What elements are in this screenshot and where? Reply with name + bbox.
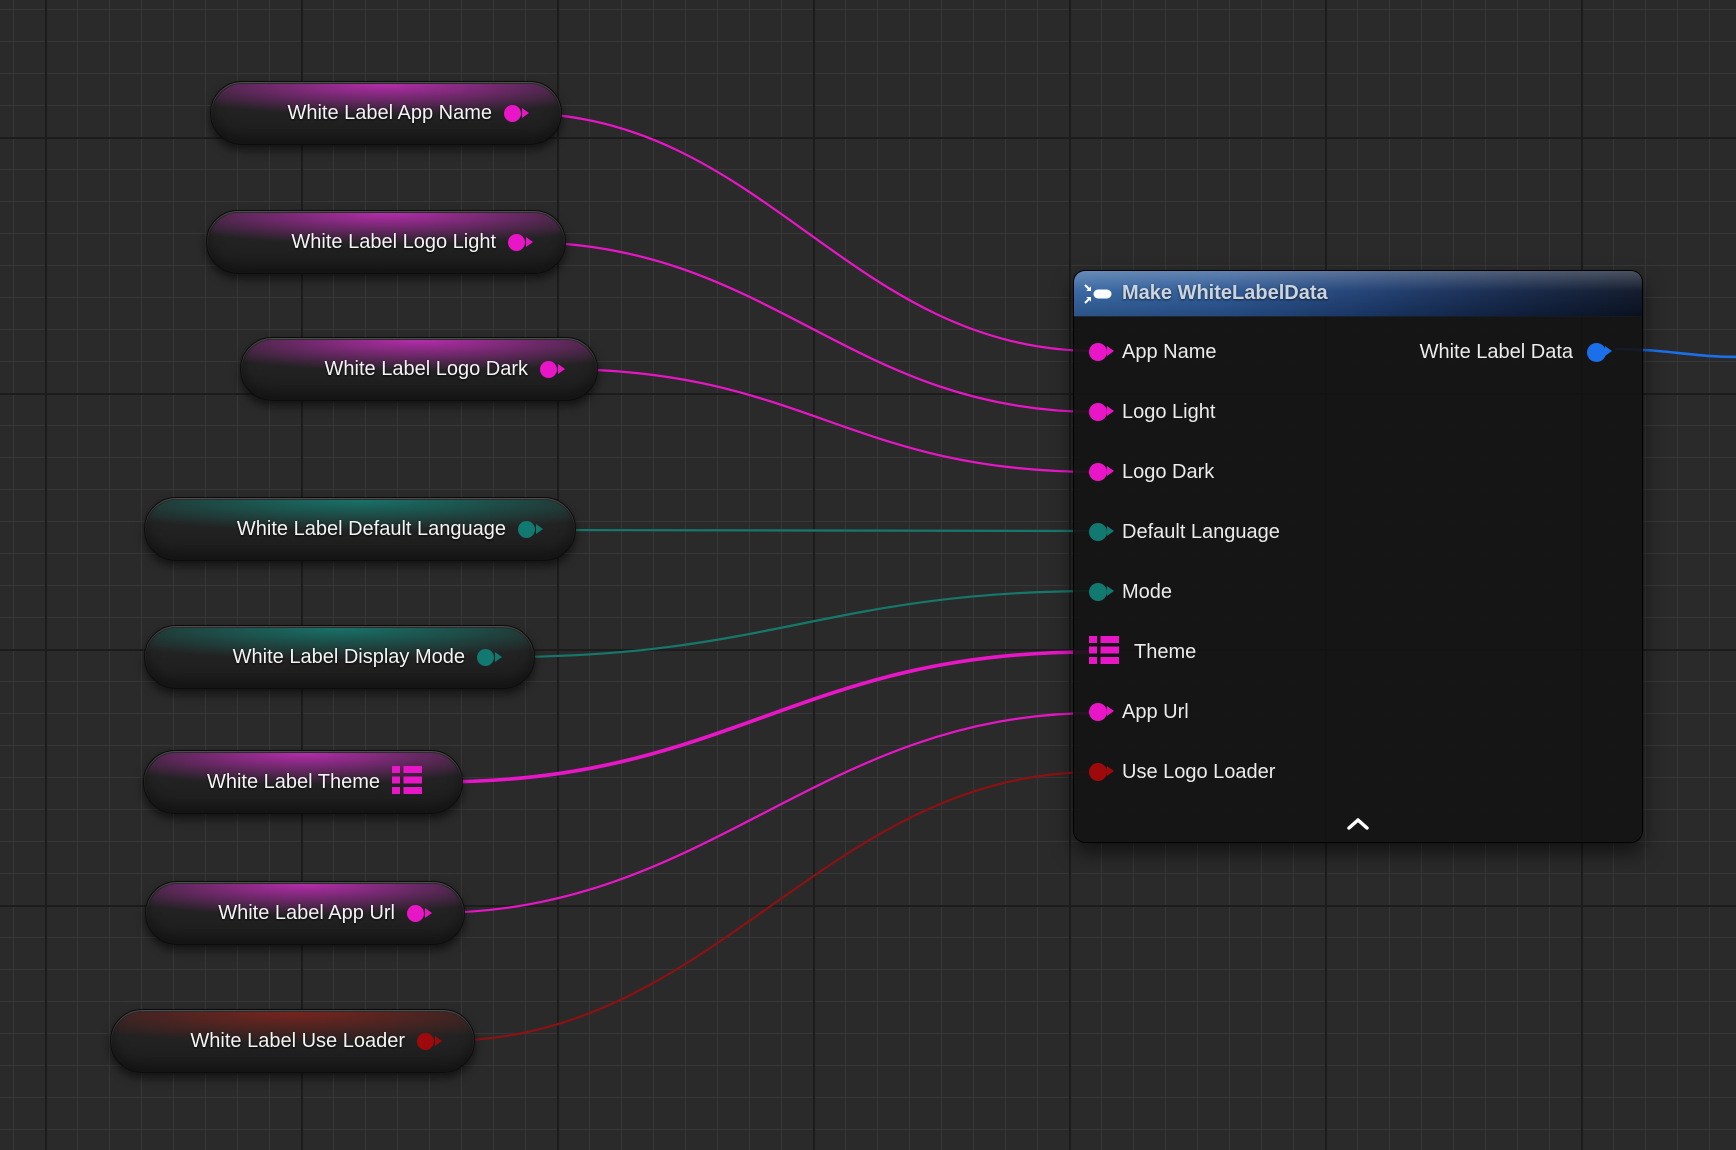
node-get-white-label-theme[interactable]: White Label Theme xyxy=(143,750,463,814)
pin-row-theme: Theme xyxy=(1074,622,1642,682)
wire-theme[interactable] xyxy=(437,652,1090,782)
pin-label: Logo Dark xyxy=(1122,461,1214,484)
pin-row-white-label-data: White Label Data xyxy=(1420,322,1642,382)
node-get-white-label-use-loader[interactable]: White Label Use Loader xyxy=(110,1009,475,1073)
pin-label: Mode xyxy=(1122,581,1172,604)
wire-app-url[interactable] xyxy=(431,713,1097,913)
pin-label: Theme xyxy=(1134,641,1196,664)
wire-logo-dark[interactable] xyxy=(556,369,1097,472)
pin-row-use-logo-loader: Use Logo Loader xyxy=(1074,742,1642,802)
pin-row-default-language: Default Language xyxy=(1074,502,1642,562)
wire-logo-light[interactable] xyxy=(521,242,1097,412)
node-get-white-label-default-language[interactable]: White Label Default Language xyxy=(144,497,576,561)
string-input-pin[interactable] xyxy=(1089,463,1107,481)
pin-row-logo-dark: Logo Dark xyxy=(1074,442,1642,502)
wire-app-name[interactable] xyxy=(516,113,1097,351)
node-get-white-label-logo-light[interactable]: White Label Logo Light xyxy=(206,210,566,274)
struct-output-pin[interactable] xyxy=(392,766,422,799)
node-get-white-label-app-url[interactable]: White Label App Url xyxy=(145,881,465,945)
collapse-node-button[interactable] xyxy=(1338,812,1378,836)
struct-input-pin[interactable] xyxy=(1089,636,1119,669)
enum-input-pin[interactable] xyxy=(1089,523,1107,541)
make-struct-icon xyxy=(1084,284,1112,304)
make-node-title: Make WhiteLabelData xyxy=(1122,282,1328,305)
pin-label: White Label Data xyxy=(1420,341,1573,364)
wire-use-loader[interactable] xyxy=(443,772,1097,1041)
node-get-white-label-app-name[interactable]: White Label App Name xyxy=(210,81,562,145)
string-output-pin[interactable] xyxy=(540,361,557,378)
enum-output-pin[interactable] xyxy=(477,649,494,666)
node-label: White Label Logo Light xyxy=(291,231,496,254)
make-node-header[interactable]: Make WhiteLabelData xyxy=(1074,271,1642,317)
bool-output-pin[interactable] xyxy=(417,1033,434,1050)
node-get-white-label-logo-dark[interactable]: White Label Logo Dark xyxy=(240,337,598,401)
node-label: White Label Theme xyxy=(207,771,380,794)
pin-row-logo-light: Logo Light xyxy=(1074,382,1642,442)
node-get-white-label-display-mode[interactable]: White Label Display Mode xyxy=(144,625,535,689)
string-input-pin[interactable] xyxy=(1089,403,1107,421)
pin-label: Default Language xyxy=(1122,521,1280,544)
string-output-pin[interactable] xyxy=(407,905,424,922)
blueprint-graph-canvas[interactable]: White Label App Name White Label Logo Li… xyxy=(0,0,1736,1150)
pin-label: App Url xyxy=(1122,701,1189,724)
node-make-whitelabeldata[interactable]: Make WhiteLabelData App Name Logo Light … xyxy=(1073,270,1643,843)
bool-input-pin[interactable] xyxy=(1089,763,1107,781)
pin-row-app-url: App Url xyxy=(1074,682,1642,742)
string-input-pin[interactable] xyxy=(1089,703,1107,721)
node-label: White Label App Url xyxy=(218,902,395,925)
wire-display-mode[interactable] xyxy=(503,591,1097,657)
string-input-pin[interactable] xyxy=(1089,343,1107,361)
struct-pin-icon xyxy=(1089,636,1119,664)
string-output-pin[interactable] xyxy=(508,234,525,251)
struct-output-pin[interactable] xyxy=(1587,343,1606,362)
node-label: White Label App Name xyxy=(287,102,492,125)
node-label: White Label Use Loader xyxy=(190,1030,405,1053)
node-label: White Label Default Language xyxy=(237,518,506,541)
pin-label: App Name xyxy=(1122,341,1217,364)
enum-input-pin[interactable] xyxy=(1089,583,1107,601)
struct-pin-icon xyxy=(392,766,422,794)
input-pin-list: App Name Logo Light Logo Dark Default La… xyxy=(1074,322,1642,802)
node-label: White Label Logo Dark xyxy=(325,358,528,381)
pin-row-mode: Mode xyxy=(1074,562,1642,622)
string-output-pin[interactable] xyxy=(504,105,521,122)
enum-output-pin[interactable] xyxy=(518,521,535,538)
pin-label: Use Logo Loader xyxy=(1122,761,1275,784)
wire-default-language[interactable] xyxy=(545,530,1097,531)
chevron-up-icon xyxy=(1347,818,1369,830)
pin-label: Logo Light xyxy=(1122,401,1215,424)
node-label: White Label Display Mode xyxy=(233,646,465,669)
